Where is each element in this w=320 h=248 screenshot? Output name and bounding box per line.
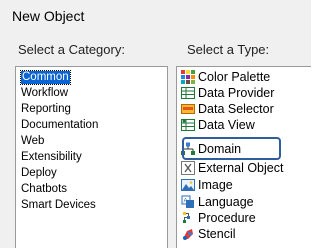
category-item-web[interactable]: Web xyxy=(21,135,44,148)
language-icon: A xyxy=(181,195,195,209)
stencil-icon xyxy=(181,227,195,241)
data-view-icon xyxy=(181,118,195,132)
color-palette-icon xyxy=(181,70,195,84)
data-selector-icon xyxy=(181,102,195,116)
type-item-label: Language xyxy=(198,195,254,209)
category-item-common[interactable]: Common xyxy=(20,70,71,85)
type-item-label: Stencil xyxy=(198,227,236,241)
category-list[interactable]: Common Workflow Reporting Documentation … xyxy=(15,66,168,248)
category-label: Select a Category: xyxy=(18,42,125,57)
type-item-label: Data Provider xyxy=(198,86,275,100)
category-item-reporting[interactable]: Reporting xyxy=(21,103,71,116)
procedure-icon xyxy=(181,211,195,225)
type-item-label: Data View xyxy=(198,118,255,132)
type-item-label: Procedure xyxy=(198,211,256,225)
svg-text:A: A xyxy=(184,199,188,205)
external-object-icon xyxy=(181,161,195,175)
type-item-label: External Object xyxy=(198,161,284,175)
type-item-label: Data Selector xyxy=(198,102,274,116)
category-item-documentation[interactable]: Documentation xyxy=(21,119,98,132)
image-icon xyxy=(181,178,195,192)
type-label: Select a Type: xyxy=(187,42,270,57)
window-title: New Object xyxy=(12,8,85,24)
type-item-label: Image xyxy=(198,178,233,192)
category-item-workflow[interactable]: Workflow xyxy=(21,87,68,100)
type-item-label: Color Palette xyxy=(198,70,271,84)
data-provider-icon xyxy=(181,86,195,100)
category-item-deploy[interactable]: Deploy xyxy=(21,167,57,180)
category-item-chatbots[interactable]: Chatbots xyxy=(21,183,67,196)
domain-highlight-box xyxy=(182,137,281,160)
category-item-extensibility[interactable]: Extensibility xyxy=(21,151,82,164)
title-bar: New Object xyxy=(0,0,311,35)
category-item-smart-devices[interactable]: Smart Devices xyxy=(21,199,96,212)
